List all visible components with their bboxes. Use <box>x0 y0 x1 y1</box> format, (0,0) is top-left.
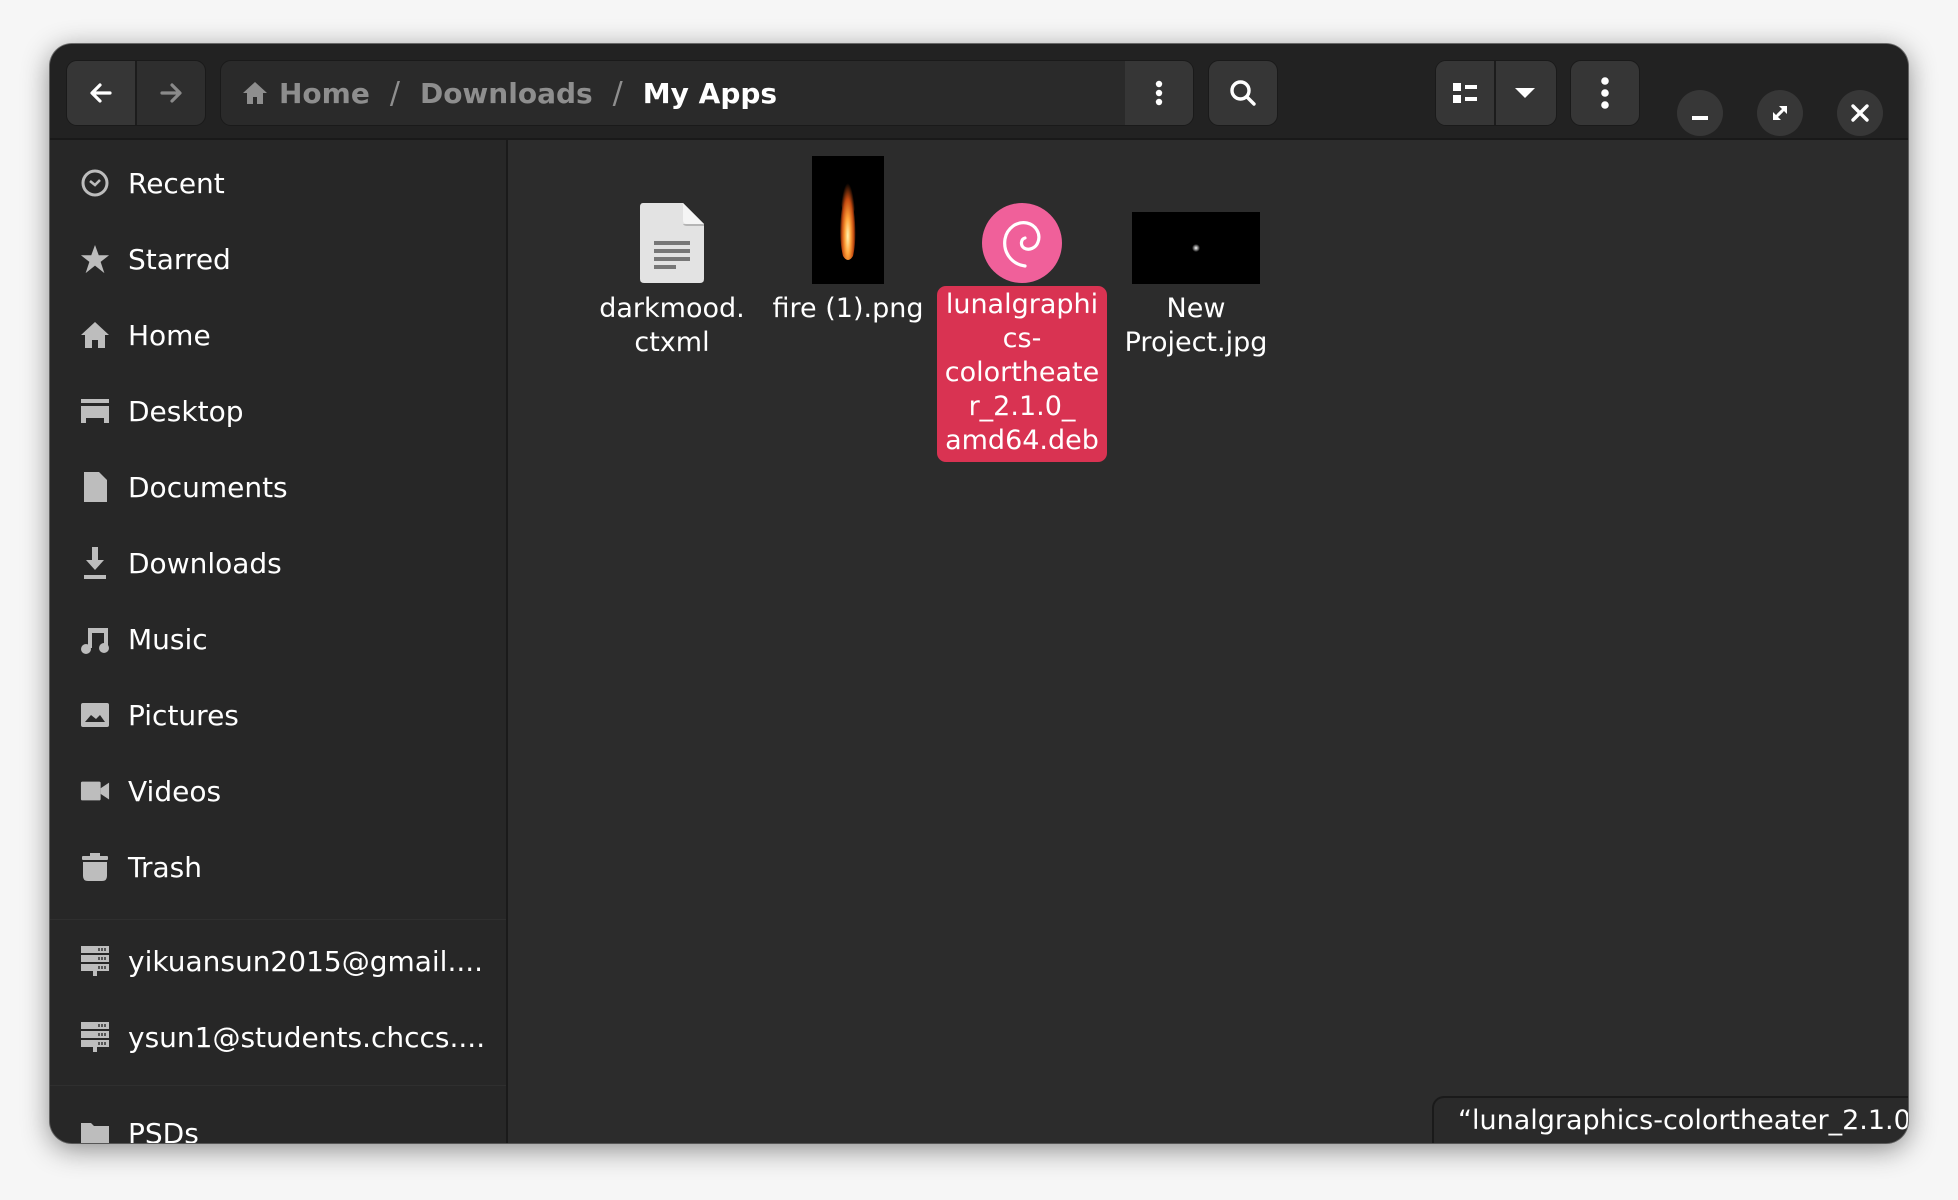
server-icon <box>80 946 110 976</box>
close-button[interactable] <box>1837 90 1883 136</box>
image-thumbnail-icon <box>1132 212 1260 284</box>
sidebar: Recent Starred Home Desktop Documents Do… <box>50 140 508 1143</box>
music-icon <box>80 624 110 654</box>
sidebar-item-bookmark-psds[interactable]: PSDs <box>50 1098 506 1143</box>
breadcrumb-downloads-label: Downloads <box>419 76 593 110</box>
file-name: fire (1).png <box>772 293 924 324</box>
close-icon <box>1851 104 1869 122</box>
file-item-selected[interactable]: lunalgraphi cs- colortheate r_2.1.0_ amd… <box>934 196 1110 462</box>
sidebar-divider <box>50 1085 506 1086</box>
home-icon <box>243 82 267 104</box>
file-icon-wrap <box>812 156 884 284</box>
text-document-icon <box>640 203 704 283</box>
back-button[interactable] <box>67 61 135 125</box>
sidebar-item-label: Starred <box>128 242 231 276</box>
folder-icon <box>80 1118 110 1143</box>
sidebar-item-label: ysun1@students.chccs.... <box>128 1020 486 1054</box>
navigation-buttons <box>66 60 206 126</box>
file-name: New Project.jpg <box>1124 293 1268 358</box>
sidebar-item-trash[interactable]: Trash <box>50 832 506 902</box>
breadcrumb-downloads[interactable]: Downloads <box>420 77 593 110</box>
sidebar-item-music[interactable]: Music <box>50 604 506 674</box>
search-button-inner <box>1209 61 1277 125</box>
search-button[interactable] <box>1208 60 1278 126</box>
arrow-right-icon <box>160 83 182 103</box>
path-menu-button[interactable] <box>1125 61 1193 125</box>
document-icon <box>80 472 110 502</box>
maximize-button[interactable] <box>1757 90 1803 136</box>
breadcrumb-separator: / <box>389 75 400 111</box>
status-text: “lunalgraphics-colortheater_2.1.0_amd64.… <box>1458 1105 1908 1136</box>
sidebar-item-desktop[interactable]: Desktop <box>50 376 506 446</box>
breadcrumb-home[interactable]: Home <box>241 77 370 110</box>
main-menu-button[interactable] <box>1570 60 1640 126</box>
breadcrumb: Home / Downloads / My Apps <box>221 61 1125 125</box>
forward-button[interactable] <box>135 61 205 125</box>
breadcrumb-current[interactable]: My Apps <box>643 77 777 110</box>
file-manager-window: Home / Downloads / My Apps Recent Starre… <box>50 44 1908 1143</box>
sidebar-item-label: Desktop <box>128 394 244 428</box>
desktop-icon <box>80 396 110 426</box>
sidebar-item-home[interactable]: Home <box>50 300 506 370</box>
sidebar-item-network-account[interactable]: yikuansun2015@gmail.... <box>50 926 506 996</box>
minimize-icon <box>1692 116 1708 120</box>
file-icon-wrap <box>639 196 705 284</box>
vertical-dots-icon <box>1601 77 1609 109</box>
view-controls <box>1435 60 1557 126</box>
sidebar-item-pictures[interactable]: Pictures <box>50 680 506 750</box>
home-icon <box>80 320 110 350</box>
image-thumbnail-icon <box>812 156 884 284</box>
sidebar-item-label: Videos <box>128 774 222 808</box>
breadcrumb-current-label: My Apps <box>642 76 778 110</box>
list-view-icon <box>1453 83 1477 103</box>
breadcrumb-separator: / <box>612 75 623 111</box>
sidebar-item-label: PSDs <box>128 1116 199 1144</box>
minimize-button[interactable] <box>1677 90 1723 136</box>
view-options-button[interactable] <box>1494 61 1554 125</box>
picture-icon <box>80 700 110 730</box>
vertical-dots-icon <box>1155 80 1163 106</box>
sidebar-divider <box>50 919 506 920</box>
sidebar-item-videos[interactable]: Videos <box>50 756 506 826</box>
sidebar-item-label: Pictures <box>128 698 239 732</box>
arrow-left-icon <box>90 83 112 103</box>
sidebar-item-label: Downloads <box>128 546 282 580</box>
chevron-down-icon <box>1515 88 1535 98</box>
file-icon-wrap <box>1132 196 1260 284</box>
file-item[interactable]: fire (1).png <box>760 156 936 330</box>
status-bar: “lunalgraphics-colortheater_2.1.0_amd64.… <box>1432 1096 1908 1143</box>
file-icon-wrap <box>981 196 1063 284</box>
view-toggle-button[interactable] <box>1436 61 1494 125</box>
search-icon <box>1230 80 1256 106</box>
sidebar-item-downloads[interactable]: Downloads <box>50 528 506 598</box>
sidebar-item-label: Home <box>128 318 211 352</box>
header-bar: Home / Downloads / My Apps <box>50 44 1908 140</box>
sidebar-item-label: yikuansun2015@gmail.... <box>128 944 484 978</box>
file-name: darkmood. ctxml <box>599 293 745 358</box>
file-grid: darkmood. ctxml fire (1).png lunalgraphi… <box>508 140 1908 1143</box>
clock-icon <box>80 168 110 198</box>
file-name: lunalgraphi cs- colortheate r_2.1.0_ amd… <box>936 286 1108 462</box>
debian-package-icon <box>982 203 1062 283</box>
path-bar: Home / Downloads / My Apps <box>220 60 1194 126</box>
download-icon <box>80 547 110 579</box>
trash-icon <box>80 852 110 882</box>
main-menu-inner <box>1571 61 1639 125</box>
breadcrumb-home-label: Home <box>279 76 370 110</box>
sidebar-item-starred[interactable]: Starred <box>50 224 506 294</box>
file-item[interactable]: darkmood. ctxml <box>584 196 760 364</box>
star-icon <box>80 244 110 274</box>
file-item[interactable]: New Project.jpg <box>1108 196 1284 364</box>
sidebar-item-recent[interactable]: Recent <box>50 148 506 218</box>
sidebar-item-label: Music <box>128 622 208 656</box>
sidebar-item-label: Documents <box>128 470 288 504</box>
sidebar-item-network-account[interactable]: ysun1@students.chccs.... <box>50 1002 506 1072</box>
sidebar-item-label: Trash <box>128 850 202 884</box>
server-icon <box>80 1022 110 1052</box>
video-icon <box>80 776 110 806</box>
sidebar-item-documents[interactable]: Documents <box>50 452 506 522</box>
maximize-icon <box>1773 106 1787 120</box>
sidebar-item-label: Recent <box>128 166 225 200</box>
